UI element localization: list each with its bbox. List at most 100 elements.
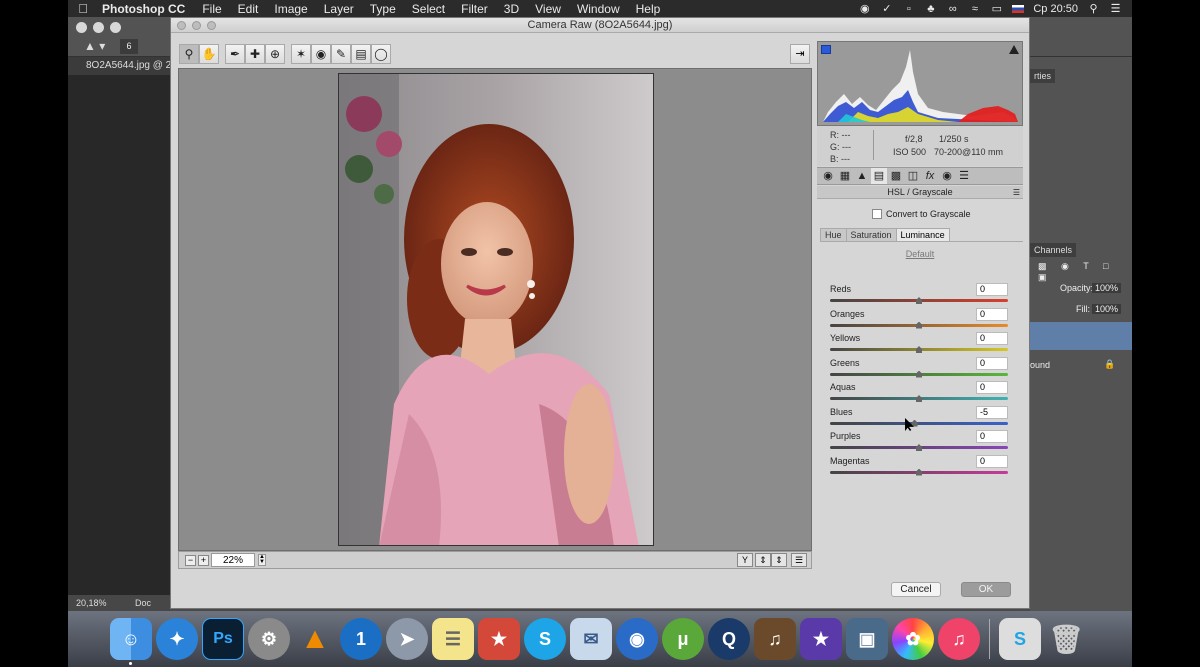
evernote-icon[interactable]: ♣ (924, 3, 937, 15)
color-sampler-tool-icon[interactable]: ✚ (245, 44, 265, 64)
adjustment-brush-icon[interactable]: ✎ (331, 44, 351, 64)
slider-value-field[interactable]: 0 (976, 283, 1008, 296)
slider-value-field[interactable]: 0 (976, 381, 1008, 394)
hand-tool-icon[interactable]: ✋ (199, 44, 219, 64)
slider-purples[interactable]: Purples 0 (830, 430, 1010, 455)
menu-select[interactable]: Select (404, 2, 453, 16)
dialog-close-button[interactable] (177, 21, 186, 30)
menu-view[interactable]: View (527, 2, 569, 16)
slider-thumb[interactable] (916, 321, 922, 329)
background-layer-name[interactable]: ound (1030, 360, 1050, 370)
tab-saturation[interactable]: Saturation (845, 228, 897, 241)
1password-icon[interactable]: 1 (340, 618, 382, 660)
vlc-icon[interactable]: ▲ (294, 618, 336, 660)
creative-cloud-icon[interactable]: ∞ (946, 3, 959, 15)
ps-document-tab[interactable]: 8O2A5644.jpg @ 20 (68, 57, 170, 75)
slider-greens[interactable]: Greens 0 (830, 356, 1010, 382)
split-toning-panel-icon[interactable]: ▩ (888, 168, 904, 184)
finder-icon[interactable]: ☺ (110, 618, 152, 665)
photos-icon[interactable]: ✿ (892, 618, 934, 660)
menu-window[interactable]: Window (569, 2, 628, 16)
menu-type[interactable]: Type (362, 2, 404, 16)
channels-tab[interactable]: Channels (1030, 243, 1077, 257)
wifi-icon[interactable]: ≈ (968, 3, 981, 15)
convert-grayscale-checkbox[interactable] (872, 209, 882, 219)
slider-value-field[interactable]: 0 (976, 332, 1008, 345)
zoom-in-button[interactable]: + (198, 555, 209, 566)
zoom-out-button[interactable]: − (185, 555, 196, 566)
before-after-toggle-icon[interactable]: Y (737, 553, 753, 567)
stamp-tool-icon[interactable]: ▲ ▾ (84, 39, 105, 53)
notification-center-icon[interactable]: ☰ (1109, 3, 1122, 15)
basic-panel-icon[interactable]: ◉ (820, 168, 836, 184)
notes-icon[interactable]: ☰ (432, 618, 474, 660)
slider-thumb[interactable] (916, 370, 922, 378)
slider-track[interactable] (830, 421, 1008, 425)
ok-button[interactable]: OK (961, 582, 1011, 597)
slider-value-field[interactable]: 0 (976, 356, 1008, 370)
imovie-icon[interactable]: ★ (800, 618, 842, 660)
slider-aquas[interactable]: Aquas 0 (830, 381, 1010, 406)
quicktime-icon[interactable]: Q (708, 618, 750, 660)
open-preferences-icon[interactable]: ⇥ (790, 44, 810, 64)
fill-field[interactable]: 100% (1092, 304, 1122, 314)
preview-preferences-icon[interactable]: ☰ (791, 553, 807, 567)
graduated-filter-icon[interactable]: ▤ (351, 44, 371, 64)
camera-calibration-panel-icon[interactable]: ◉ (939, 168, 955, 184)
ps-zoom-button[interactable] (110, 22, 121, 33)
hsl-panel-icon[interactable]: ▤ (871, 168, 887, 184)
brush-size-field[interactable]: 6 (120, 39, 138, 54)
ps-close-button[interactable] (76, 22, 87, 33)
ps-minimize-button[interactable] (93, 22, 104, 33)
dialog-zoom-button[interactable] (207, 21, 216, 30)
menu-file[interactable]: File (194, 2, 229, 16)
cancel-button[interactable]: Cancel (891, 582, 941, 597)
downloads-stack-icon[interactable]: S (999, 618, 1041, 660)
slider-oranges[interactable]: Oranges 0 (830, 307, 1010, 333)
slider-magentas[interactable]: Magentas 0 (830, 454, 1010, 480)
zoom-tool-icon[interactable]: ⚲ (179, 44, 199, 64)
spotlight-icon[interactable]: ⚲ (1087, 3, 1100, 15)
menu-layer[interactable]: Layer (316, 2, 362, 16)
clock[interactable]: Ср 20:50 (1033, 3, 1078, 15)
white-balance-tool-icon[interactable]: ✒ (225, 44, 245, 64)
tone-curve-panel-icon[interactable]: ▦ (837, 168, 853, 184)
dialog-minimize-button[interactable] (192, 21, 201, 30)
itunes-icon[interactable]: ♫ (938, 618, 980, 660)
image-preview[interactable] (178, 68, 812, 551)
slider-value-field[interactable]: 0 (976, 307, 1008, 321)
targeted-adjustment-tool-icon[interactable]: ⊕ (265, 44, 285, 64)
battery-icon[interactable]: ▭ (990, 3, 1003, 15)
skype-icon[interactable]: S (524, 618, 566, 660)
slider-reds[interactable]: Reds 0 (830, 283, 1010, 308)
properties-tab[interactable]: rties (1030, 69, 1056, 83)
check-icon[interactable]: ✓ (880, 3, 893, 15)
radial-filter-icon[interactable]: ◯ (371, 44, 391, 64)
red-eye-tool-icon[interactable]: ◉ (311, 44, 331, 64)
record-icon[interactable]: ◉ (858, 3, 871, 15)
trash-icon[interactable]: 🗑 (1045, 618, 1087, 660)
launchpad-icon[interactable]: ➤ (386, 618, 428, 660)
opacity-field[interactable]: 100% (1092, 283, 1122, 293)
menu-help[interactable]: Help (628, 2, 669, 16)
tab-hue[interactable]: Hue (820, 228, 847, 241)
display-icon[interactable]: ▫ (902, 3, 915, 15)
slider-value-field[interactable]: -5 (976, 405, 1008, 419)
photo-booth-icon[interactable]: ▣ (846, 618, 888, 660)
copy-settings-icon[interactable]: ⇕ (771, 553, 787, 567)
default-link[interactable]: Default (817, 249, 1023, 259)
utorrent-icon[interactable]: μ (662, 618, 704, 660)
menu-edit[interactable]: Edit (230, 2, 267, 16)
flag-icon[interactable] (1012, 4, 1025, 13)
convert-to-grayscale[interactable]: Convert to Grayscale (872, 209, 971, 219)
zoom-level-field[interactable]: 22% (211, 553, 255, 567)
preview-icon[interactable]: ✉ (570, 618, 612, 660)
swap-settings-icon[interactable]: ⇕ (755, 553, 771, 567)
slider-thumb[interactable] (916, 468, 922, 476)
selected-layer[interactable] (1030, 322, 1132, 350)
messages-icon[interactable]: ◉ (616, 618, 658, 660)
menu-image[interactable]: Image (266, 2, 315, 16)
detail-panel-icon[interactable]: ▲ (854, 168, 870, 184)
menu-filter[interactable]: Filter (453, 2, 496, 16)
spot-removal-tool-icon[interactable]: ✶ (291, 44, 311, 64)
